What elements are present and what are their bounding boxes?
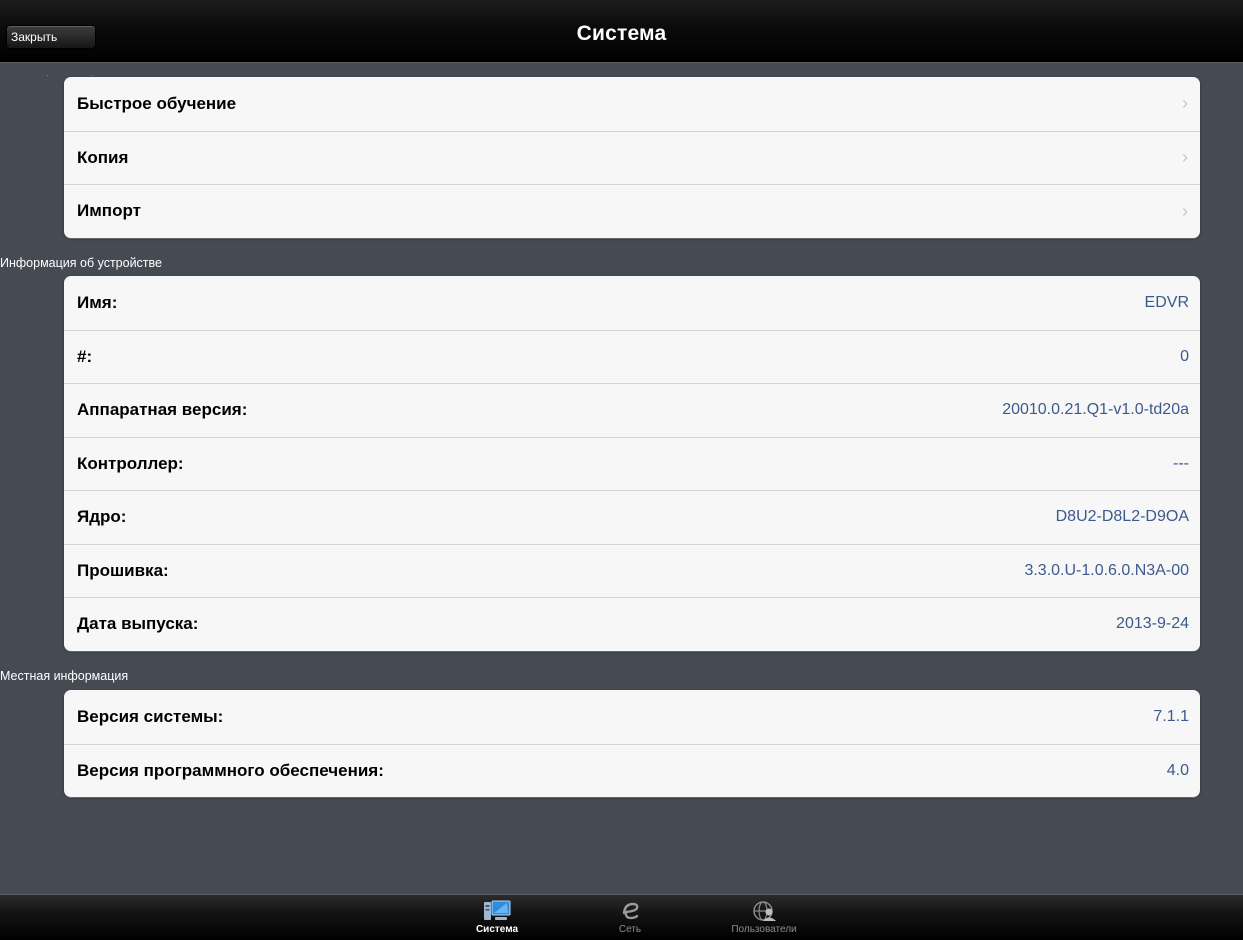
tab-bar: Система Сеть Пользователи [0, 894, 1243, 940]
tab-network[interactable]: Сеть [580, 898, 680, 940]
info-value: 2013-9-24 [1116, 615, 1189, 633]
info-label: Аппаратная версия: [77, 400, 248, 420]
local-info-header: Местная информация [0, 669, 129, 683]
info-row-kernel: Ядро: D8U2-D8L2-D9OA [64, 490, 1200, 544]
device-info-group: Имя: EDVR #: 0 Аппаратная версия: 20010.… [64, 276, 1200, 651]
network-e-icon [617, 898, 643, 924]
menu-item-import[interactable]: Импорт › [64, 184, 1200, 238]
info-value: 7.1.1 [1153, 707, 1189, 725]
info-value: 4.0 [1166, 761, 1189, 779]
tab-users[interactable]: Пользователи [714, 898, 814, 940]
info-row-controller: Контроллер: --- [64, 436, 1200, 491]
info-label: Версия системы: [77, 706, 224, 726]
monitor-icon [483, 898, 511, 924]
menu-item-label: Копия [77, 147, 129, 167]
info-label: Версия программного обеспечения: [77, 760, 384, 780]
navigation-bar: Закрыть Система [0, 0, 1243, 63]
info-label: #: [77, 346, 93, 366]
tab-label: Сеть [618, 924, 642, 935]
tab-system[interactable]: Система [447, 898, 547, 940]
info-value: 20010.0.21.Q1-v1.0-td20a [1002, 401, 1189, 419]
local-info-group: Версия системы: 7.1.1 Версия программног… [64, 690, 1200, 797]
info-label: Дата выпуска: [77, 614, 199, 634]
info-row-firmware: Прошивка: 3.3.0.U-1.0.6.0.N3A-00 [64, 543, 1200, 598]
menu-item-quick-training[interactable]: Быстрое обучение › [64, 77, 1200, 131]
tab-label: Система [475, 924, 519, 935]
info-row-number: #: 0 [64, 329, 1200, 384]
chevron-right-icon: › [1182, 147, 1188, 168]
info-value: --- [1173, 454, 1189, 472]
menu-item-label: Импорт [77, 201, 141, 221]
info-row-software-version: Версия программного обеспечения: 4.0 [64, 743, 1200, 798]
chevron-right-icon: › [1182, 93, 1188, 114]
info-row-release-date: Дата выпуска: 2013-9-24 [64, 597, 1200, 651]
actions-group: Быстрое обучение › Копия › Импорт › [64, 77, 1200, 238]
tab-label: Пользователи [731, 924, 797, 935]
info-row-system-version: Версия системы: 7.1.1 [64, 690, 1200, 744]
info-label: Ядро: [77, 507, 127, 527]
info-value: 0 [1180, 347, 1189, 365]
info-value: 3.3.0.U-1.0.6.0.N3A-00 [1024, 561, 1189, 579]
chevron-right-icon: › [1182, 200, 1188, 221]
users-globe-icon [750, 898, 778, 924]
info-row-name: Имя: EDVR [64, 276, 1200, 330]
info-label: Прошивка: [77, 560, 169, 580]
menu-item-copy[interactable]: Копия › [64, 130, 1200, 185]
info-value: EDVR [1144, 293, 1189, 311]
info-value: D8U2-D8L2-D9OA [1055, 508, 1189, 526]
info-label: Контроллер: [77, 453, 184, 473]
device-info-header: Информация об устройстве [0, 256, 162, 270]
page-title: Система [576, 22, 667, 45]
info-label: Имя: [77, 292, 118, 312]
menu-item-label: Быстрое обучение [77, 93, 237, 113]
info-row-hardware-version: Аппаратная версия: 20010.0.21.Q1-v1.0-td… [64, 383, 1200, 437]
